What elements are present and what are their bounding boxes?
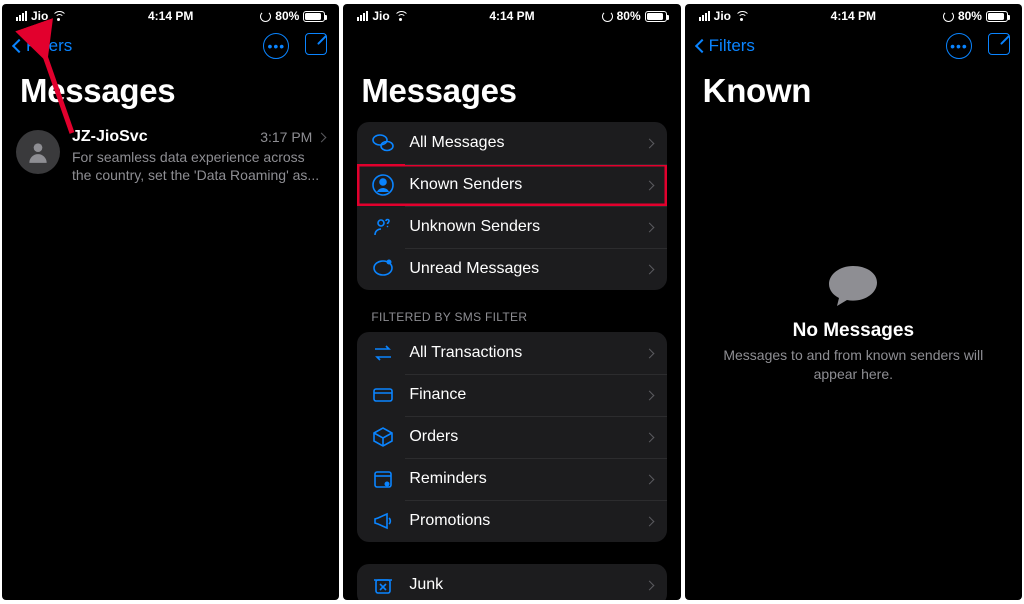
- filter-row-label: Unknown Senders: [409, 218, 631, 236]
- empty-body: Messages to and from known senders will …: [721, 346, 986, 384]
- chevron-right-icon: [644, 580, 654, 590]
- filter-row-label: Known Senders: [409, 176, 631, 194]
- chevron-right-icon: [644, 516, 654, 526]
- nav-bar: Filters •••: [685, 28, 1022, 64]
- chevron-right-icon: [644, 138, 654, 148]
- wifi-icon: [735, 11, 748, 21]
- wifi-icon: [394, 11, 407, 21]
- filter-row-reminders[interactable]: Reminders: [357, 458, 666, 500]
- empty-state: No Messages Messages to and from known s…: [685, 264, 1022, 384]
- chevron-right-icon: [317, 132, 327, 142]
- person-q-icon: [371, 215, 395, 239]
- box-icon: [371, 425, 395, 449]
- status-bar: Jio 4:14 PM 80%: [685, 4, 1022, 28]
- more-button[interactable]: •••: [946, 33, 972, 59]
- chevron-right-icon: [644, 180, 654, 190]
- trash-icon: [371, 573, 395, 597]
- filter-group-main: All Messages Known Senders Unknown Senders…: [357, 122, 666, 290]
- signal-icon: [699, 11, 710, 21]
- carrier-label: Jio: [31, 9, 48, 23]
- conversation-name: JZ-JioSvc: [72, 128, 148, 146]
- page-title: Messages: [2, 64, 339, 122]
- more-button[interactable]: •••: [263, 33, 289, 59]
- filter-row-finance[interactable]: Finance: [357, 374, 666, 416]
- calendar-icon: [371, 467, 395, 491]
- filter-row-label: Promotions: [409, 512, 631, 530]
- battery-pct: 80%: [617, 9, 641, 23]
- filter-row-label: Junk: [409, 576, 631, 594]
- chevron-right-icon: [644, 264, 654, 274]
- compose-button[interactable]: [988, 33, 1010, 55]
- conversation-preview: For seamless data experience across the …: [72, 148, 325, 184]
- chevron-right-icon: [644, 474, 654, 484]
- filter-row-label: Orders: [409, 428, 631, 446]
- signal-icon: [357, 11, 368, 21]
- compose-button[interactable]: [305, 33, 327, 55]
- page-title: Known: [685, 64, 1022, 122]
- chevron-left-icon: [12, 39, 26, 53]
- battery-icon: [986, 11, 1008, 22]
- avatar: [16, 130, 60, 174]
- filter-row-all[interactable]: All Messages: [357, 122, 666, 164]
- filter-group-junk: Junk: [357, 564, 666, 600]
- wifi-icon: [52, 11, 65, 21]
- screen-filters: Jio 4:14 PM 80% Messages All Messages Kno…: [343, 4, 680, 600]
- filter-row-trans[interactable]: All Transactions: [357, 332, 666, 374]
- card-icon: [371, 383, 395, 407]
- chevron-right-icon: [644, 348, 654, 358]
- chevron-right-icon: [644, 432, 654, 442]
- back-filters-button[interactable]: Filters: [14, 36, 72, 56]
- bubble-dot-icon: [371, 257, 395, 281]
- back-label: Filters: [26, 36, 72, 56]
- speech-bubble-icon: [827, 264, 879, 308]
- filter-row-unread[interactable]: Unread Messages: [357, 248, 666, 290]
- filter-row-unknown[interactable]: Unknown Senders: [357, 206, 666, 248]
- chevron-left-icon: [695, 39, 709, 53]
- conversation-row[interactable]: JZ-JioSvc 3:17 PM For seamless data expe…: [2, 122, 339, 190]
- nav-bar: Filters •••: [2, 28, 339, 64]
- filter-row-label: Finance: [409, 386, 631, 404]
- sync-icon: [260, 11, 271, 22]
- filter-row-label: Reminders: [409, 470, 631, 488]
- filter-row-known[interactable]: Known Senders: [357, 164, 666, 206]
- bubbles-icon: [371, 131, 395, 155]
- filter-row-label: All Messages: [409, 134, 631, 152]
- swap-icon: [371, 341, 395, 365]
- battery-pct: 80%: [275, 9, 299, 23]
- conversation-time: 3:17 PM: [260, 129, 312, 145]
- battery-pct: 80%: [958, 9, 982, 23]
- screen-messages-list: Jio 4:14 PM 80% Filters ••• Messages: [2, 4, 339, 600]
- section-label: FILTERED BY SMS FILTER: [343, 306, 680, 332]
- megaphone-icon: [371, 509, 395, 533]
- carrier-label: Jio: [372, 9, 389, 23]
- sync-icon: [602, 11, 613, 22]
- filter-row-label: Unread Messages: [409, 260, 631, 278]
- back-label: Filters: [709, 36, 755, 56]
- battery-icon: [303, 11, 325, 22]
- status-bar: Jio 4:14 PM 80%: [343, 4, 680, 28]
- signal-icon: [16, 11, 27, 21]
- carrier-label: Jio: [714, 9, 731, 23]
- filter-row-orders[interactable]: Orders: [357, 416, 666, 458]
- back-filters-button[interactable]: Filters: [697, 36, 755, 56]
- filter-group-smsfilter: All Transactions Finance Orders Reminders Pr…: [357, 332, 666, 542]
- filter-row-label: All Transactions: [409, 344, 631, 362]
- status-bar: Jio 4:14 PM 80%: [2, 4, 339, 28]
- chevron-right-icon: [644, 390, 654, 400]
- filter-row-junk[interactable]: Junk: [357, 564, 666, 600]
- person-icon: [25, 139, 51, 165]
- filter-row-promo[interactable]: Promotions: [357, 500, 666, 542]
- chevron-right-icon: [644, 222, 654, 232]
- page-title: Messages: [343, 64, 680, 122]
- empty-title: No Messages: [721, 320, 986, 342]
- sync-icon: [943, 11, 954, 22]
- battery-icon: [645, 11, 667, 22]
- screen-known-senders: Jio 4:14 PM 80% Filters ••• Known: [685, 4, 1022, 600]
- person-icon: [371, 173, 395, 197]
